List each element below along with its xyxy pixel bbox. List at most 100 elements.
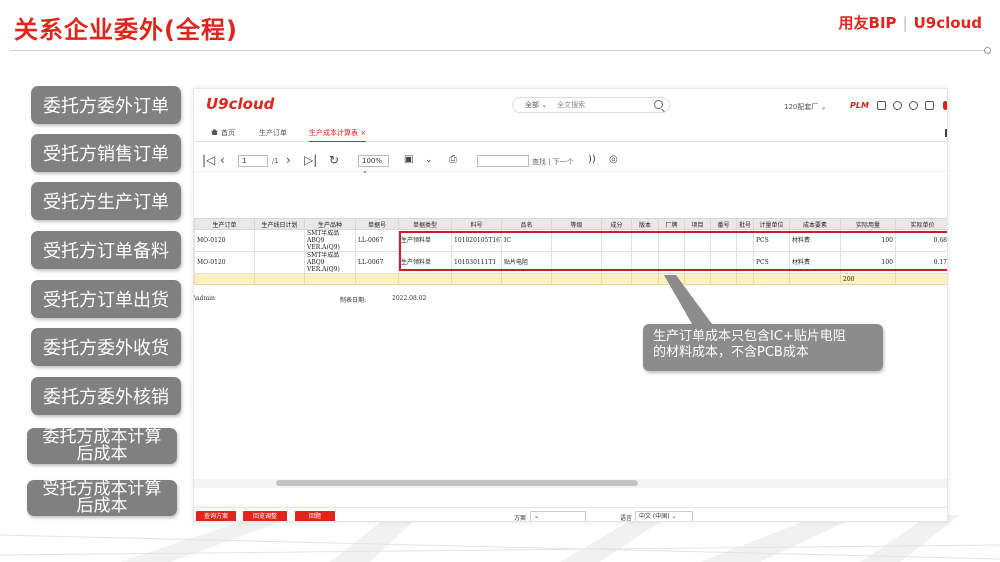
- print-icon[interactable]: ⎙: [449, 153, 457, 167]
- user-avatar-icon[interactable]: [943, 101, 947, 110]
- col-header[interactable]: 实际单价: [895, 218, 947, 230]
- col-header[interactable]: 成分: [601, 218, 632, 230]
- table-row[interactable]: MO-0120 SMT半成品 ABQ9 VER.A(Q9) LL-0067 生产…: [194, 251, 947, 274]
- cell-doc-type: 生产领料单: [398, 251, 452, 274]
- callout-line-2: 的材料成本，不含PCB成本: [653, 345, 809, 360]
- rss-icon[interactable]: )): [588, 153, 596, 167]
- sidebar-item-trustee-cost-calc[interactable]: 受托方成本计算 后成本: [27, 480, 177, 516]
- sidebar-item-trustee-order-shipment[interactable]: 受托方订单出货: [31, 280, 181, 318]
- language-value: 中文 (中国): [639, 513, 670, 520]
- sidebar-item-label: 委托方委外核销: [43, 387, 169, 408]
- sidebar-item-entrust-outsource-writeoff[interactable]: 委托方委外核销: [31, 377, 181, 415]
- language-select[interactable]: 中文 (中国) ⌄: [635, 511, 693, 521]
- message-icon[interactable]: [877, 101, 886, 110]
- first-page-icon[interactable]: |◁: [202, 153, 215, 167]
- tab-production-order[interactable]: 生产订单: [259, 128, 287, 138]
- col-header[interactable]: 厂牌: [658, 218, 685, 230]
- col-header[interactable]: 生产品种: [304, 218, 356, 230]
- camera-icon[interactable]: ◎: [609, 153, 618, 167]
- slide-title: 关系企业委外(全程): [14, 16, 238, 44]
- sidebar-item-label: 受托方生产订单: [43, 192, 169, 213]
- brand-logo: 用友BIP | U9cloud: [838, 14, 982, 32]
- cell-product: SMT半成品 ABQ9 VER.A(Q9): [304, 229, 356, 252]
- settings-icon[interactable]: [893, 101, 902, 110]
- table-row[interactable]: MO-0120 SMT半成品 ABQ9 VER.A(Q9) LL-0067 生产…: [194, 229, 947, 252]
- find-input[interactable]: [477, 155, 529, 167]
- prev-page-icon[interactable]: ‹: [220, 153, 225, 167]
- col-header[interactable]: 番号: [710, 218, 737, 230]
- search-scope-select[interactable]: 全部 ⌄: [525, 100, 547, 110]
- col-header[interactable]: 成本要素: [789, 218, 841, 230]
- search-input[interactable]: 全文搜索: [557, 100, 585, 110]
- sidebar-item-label: 委托方委外订单: [43, 96, 169, 117]
- report-user: \admin: [194, 295, 215, 302]
- col-header[interactable]: 单据号: [355, 218, 399, 230]
- org-selector[interactable]: 120配套厂 ⌄: [784, 102, 826, 112]
- sidebar-item-trustee-production-order[interactable]: 受托方生产订单: [31, 182, 181, 220]
- cell-item-no: 101020105T167: [451, 229, 502, 252]
- cell-version: [631, 229, 659, 252]
- tab-production-cost-report[interactable]: 生产成本计算表 ×: [309, 128, 367, 142]
- export-dropdown-icon[interactable]: ⌄: [425, 153, 433, 167]
- cost-table: 生产订单 生产线日计划 生产品种 单据号 单据类型 料号 品名 等级 成分 版本…: [194, 218, 947, 285]
- col-header[interactable]: 品名: [501, 218, 552, 230]
- cell-actual-qty: 100: [840, 229, 896, 252]
- calendar-icon[interactable]: [925, 101, 934, 110]
- global-search[interactable]: 全部 ⌄ 全文搜索: [512, 97, 670, 113]
- app-logo: U9cloud: [206, 95, 275, 113]
- refresh-icon[interactable]: ↻: [329, 153, 339, 167]
- page-input[interactable]: 1: [238, 155, 268, 167]
- cell-actual-price: 0.68: [895, 229, 947, 252]
- bottom-decoration: [0, 515, 1000, 562]
- scrollbar-thumb[interactable]: [276, 480, 638, 486]
- col-header[interactable]: 批号: [736, 218, 754, 230]
- app-topbar: U9cloud 全部 ⌄ 全文搜索 120配套厂 ⌄ PLM: [194, 89, 947, 123]
- sidebar-item-trustee-sales-order[interactable]: 受托方销售订单: [31, 134, 181, 172]
- cell-component: [601, 229, 632, 252]
- col-header[interactable]: 版本: [631, 218, 659, 230]
- sidebar-item-trustee-order-material[interactable]: 受托方订单备料: [31, 231, 181, 269]
- col-header[interactable]: 计量单位: [753, 218, 790, 230]
- col-header[interactable]: 生产线日计划: [254, 218, 305, 230]
- sidebar-item-label: 受托方销售订单: [43, 144, 169, 165]
- cell-brand: [658, 229, 685, 252]
- back-button[interactable]: 回题: [295, 511, 335, 521]
- divider-end-dot: [984, 47, 991, 54]
- col-header[interactable]: 单据类型: [398, 218, 452, 230]
- scheme-select[interactable]: ⌄: [530, 511, 586, 521]
- cell-cost-element: 材料费: [789, 251, 841, 274]
- sidebar-item-entrust-outsource-order[interactable]: 委托方委外订单: [31, 86, 181, 124]
- tab-overflow-icon[interactable]: [945, 129, 947, 137]
- cell-actual-price: 0.17: [895, 251, 947, 274]
- cell-cost-element: 材料费: [789, 229, 841, 252]
- cell-project: [684, 251, 711, 274]
- language-label: 语言: [620, 515, 633, 522]
- tab-home[interactable]: 首页: [211, 128, 235, 138]
- col-header[interactable]: 料号: [451, 218, 502, 230]
- search-icon[interactable]: [654, 100, 663, 109]
- tab-label: 生产成本计算表: [309, 129, 358, 137]
- col-header[interactable]: 生产订单: [194, 218, 255, 230]
- cell-item-name: 贴片电阻: [501, 251, 552, 274]
- last-page-icon[interactable]: ▷|: [304, 153, 317, 167]
- zoom-select[interactable]: 100% ⌄: [358, 155, 389, 175]
- sidebar-item-entrust-outsource-receipt[interactable]: 委托方委外收货: [31, 328, 181, 366]
- col-header[interactable]: 等级: [551, 218, 602, 230]
- review-adjust-button[interactable]: 回览调整: [243, 511, 287, 521]
- sidebar-item-entrust-cost-calc[interactable]: 委托方成本计算 后成本: [27, 428, 177, 464]
- brand-bip: 用友BIP: [838, 14, 897, 32]
- sidebar-item-label: 受托方订单备料: [43, 241, 169, 262]
- help-icon[interactable]: [909, 101, 918, 110]
- query-scheme-button[interactable]: 查询方案: [196, 511, 236, 521]
- close-icon[interactable]: ×: [360, 129, 366, 137]
- col-header[interactable]: 实际用量: [840, 218, 896, 230]
- next-page-icon[interactable]: ›: [286, 153, 291, 167]
- col-header[interactable]: 项目: [684, 218, 711, 230]
- cell-production-order: MO-0120: [194, 229, 255, 252]
- app-window: U9cloud 全部 ⌄ 全文搜索 120配套厂 ⌄ PLM 首页 生产订单 生…: [193, 88, 948, 522]
- cell-version: [631, 251, 659, 274]
- cell-doc-no: LL-0067: [355, 251, 399, 274]
- save-icon[interactable]: ▣: [404, 153, 413, 167]
- find-next-link[interactable]: 查找 | 下一个: [532, 157, 574, 167]
- plm-link[interactable]: PLM: [850, 101, 869, 110]
